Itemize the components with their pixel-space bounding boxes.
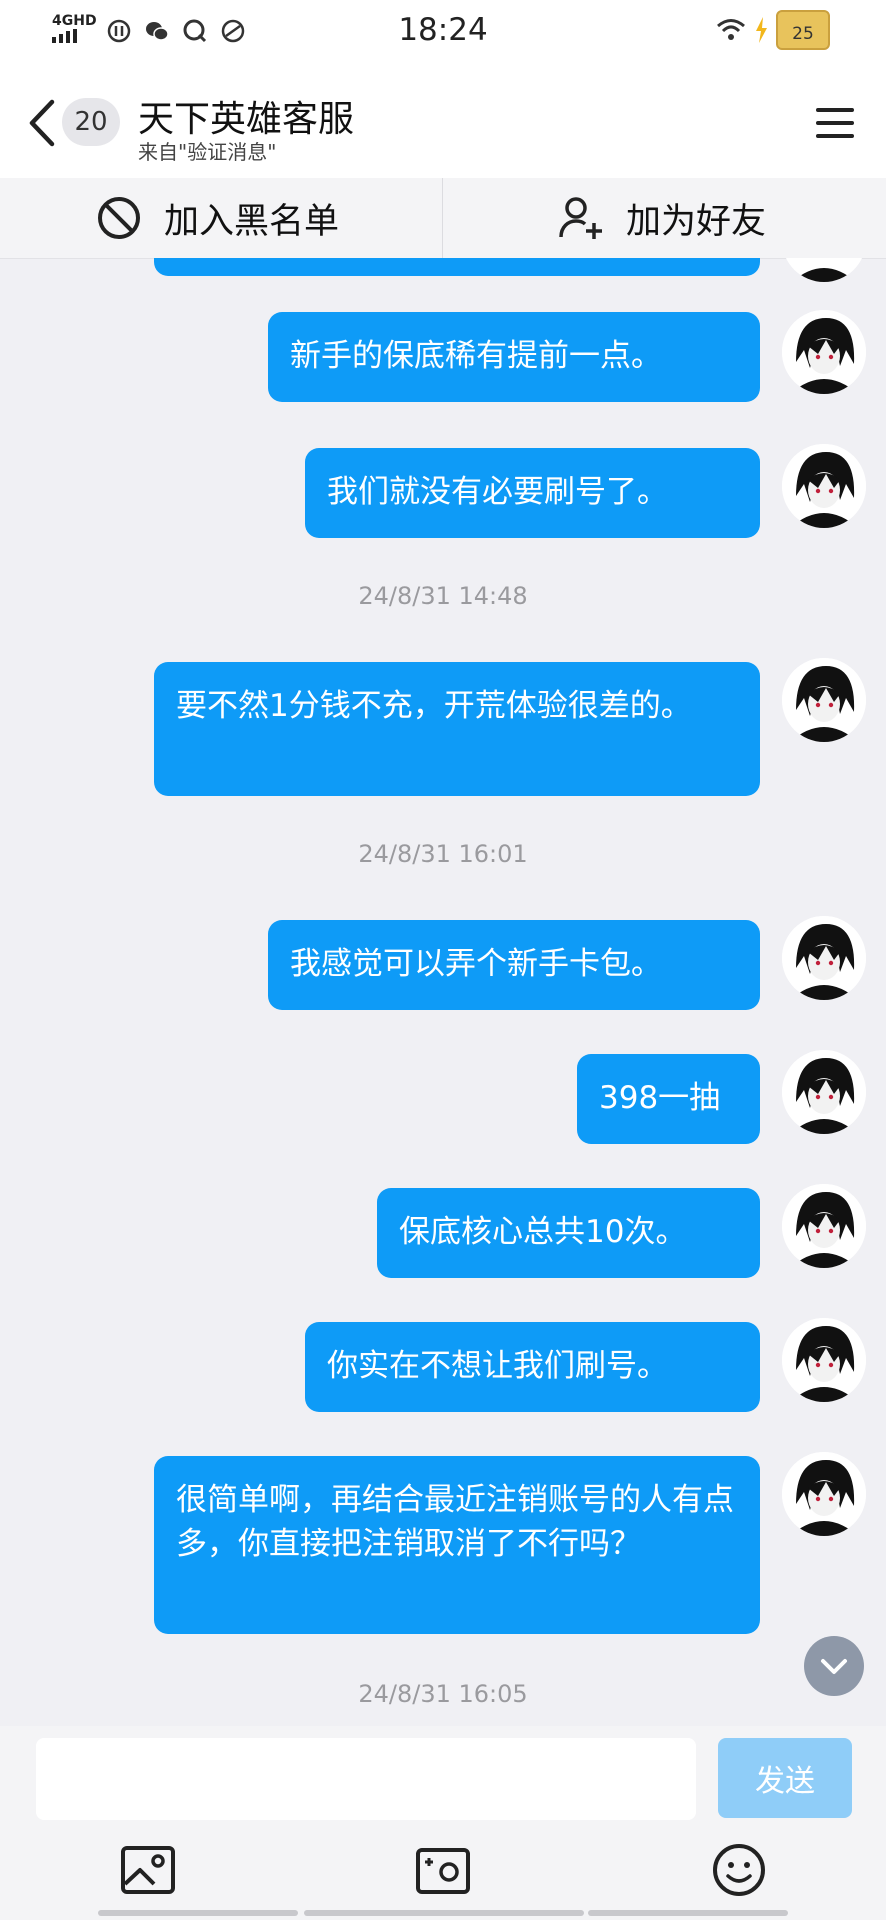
avatar[interactable]	[782, 1184, 866, 1268]
avatar-partial[interactable]	[782, 258, 866, 282]
wifi-icon	[717, 19, 745, 40]
charging-icon	[756, 17, 767, 43]
timestamp: 24/8/31 16:05	[358, 1680, 528, 1708]
timestamp: 24/8/31 14:48	[358, 582, 528, 610]
action-bar: 加入黑名单 加为好友	[0, 178, 886, 259]
timestamp: 24/8/31 16:01	[358, 840, 528, 868]
avatar[interactable]	[782, 658, 866, 742]
block-icon	[98, 197, 140, 239]
avatar-image	[782, 1184, 866, 1268]
avatar-image	[782, 444, 866, 528]
menu-icon[interactable]	[816, 104, 854, 142]
message-bubble[interactable]: 要不然1分钱不充，开荒体验很差的。	[154, 662, 760, 796]
message-bubble[interactable]: 我感觉可以弄个新手卡包。	[268, 920, 760, 1010]
image-icon[interactable]	[120, 1842, 176, 1898]
camera-icon[interactable]	[415, 1842, 471, 1898]
avatar[interactable]	[782, 444, 866, 528]
status-right: 25	[716, 10, 830, 50]
add-friend-icon	[559, 197, 602, 239]
action-divider	[442, 178, 443, 258]
battery-indicator: 25	[776, 10, 830, 50]
message-bubble-partial[interactable]	[154, 258, 760, 276]
message-list[interactable]: 新手的保底稀有提前一点。 我们就没有必要刷号了。 24/8/31 14:48 要…	[0, 258, 886, 1726]
avatar[interactable]	[782, 916, 866, 1000]
chevron-down-icon	[821, 1659, 847, 1674]
chat-header: 20 天下英雄客服 来自"验证消息"	[0, 66, 886, 178]
message-bubble[interactable]: 398一抽	[577, 1054, 760, 1144]
chat-subtitle: 来自"验证消息"	[138, 140, 277, 164]
avatar-image	[782, 1452, 866, 1536]
unread-count-badge[interactable]: 20	[62, 98, 120, 146]
avatar-image	[782, 1318, 866, 1402]
emoji-icon[interactable]	[711, 1842, 767, 1898]
avatar-image	[782, 310, 866, 394]
back-icon[interactable]	[24, 96, 64, 150]
gesture-bar-segment	[98, 1910, 298, 1916]
message-bubble[interactable]: 保底核心总共10次。	[377, 1188, 760, 1278]
avatar[interactable]	[782, 1318, 866, 1402]
chat-title: 天下英雄客服	[138, 99, 355, 140]
avatar[interactable]	[782, 1452, 866, 1536]
battery-level: 25	[792, 24, 814, 44]
input-bar: 发送	[0, 1726, 886, 1920]
message-bubble[interactable]: 新手的保底稀有提前一点。	[268, 312, 760, 402]
avatar-image	[782, 1050, 866, 1134]
add-friend-label: 加为好友	[626, 201, 767, 242]
message-bubble[interactable]: 你实在不想让我们刷号。	[305, 1322, 760, 1412]
block-label: 加入黑名单	[164, 201, 340, 242]
add-friend-button[interactable]: 加为好友	[558, 178, 766, 258]
avatar-image	[782, 916, 866, 1000]
message-bubble[interactable]: 我们就没有必要刷号了。	[305, 448, 760, 538]
scroll-to-bottom-button[interactable]	[804, 1636, 864, 1696]
message-input[interactable]	[36, 1738, 696, 1820]
block-button[interactable]: 加入黑名单	[96, 178, 339, 258]
message-bubble[interactable]: 很简单啊，再结合最近注销账号的人有点多，你直接把注销取消了不行吗？	[154, 1456, 760, 1634]
send-button[interactable]: 发送	[718, 1738, 852, 1818]
avatar-image	[782, 658, 866, 742]
status-bar: 4GHD 18:24 25	[0, 0, 886, 66]
gesture-bar-segment	[588, 1910, 788, 1916]
gesture-bar-segment	[304, 1910, 584, 1916]
avatar[interactable]	[782, 310, 866, 394]
avatar[interactable]	[782, 1050, 866, 1134]
